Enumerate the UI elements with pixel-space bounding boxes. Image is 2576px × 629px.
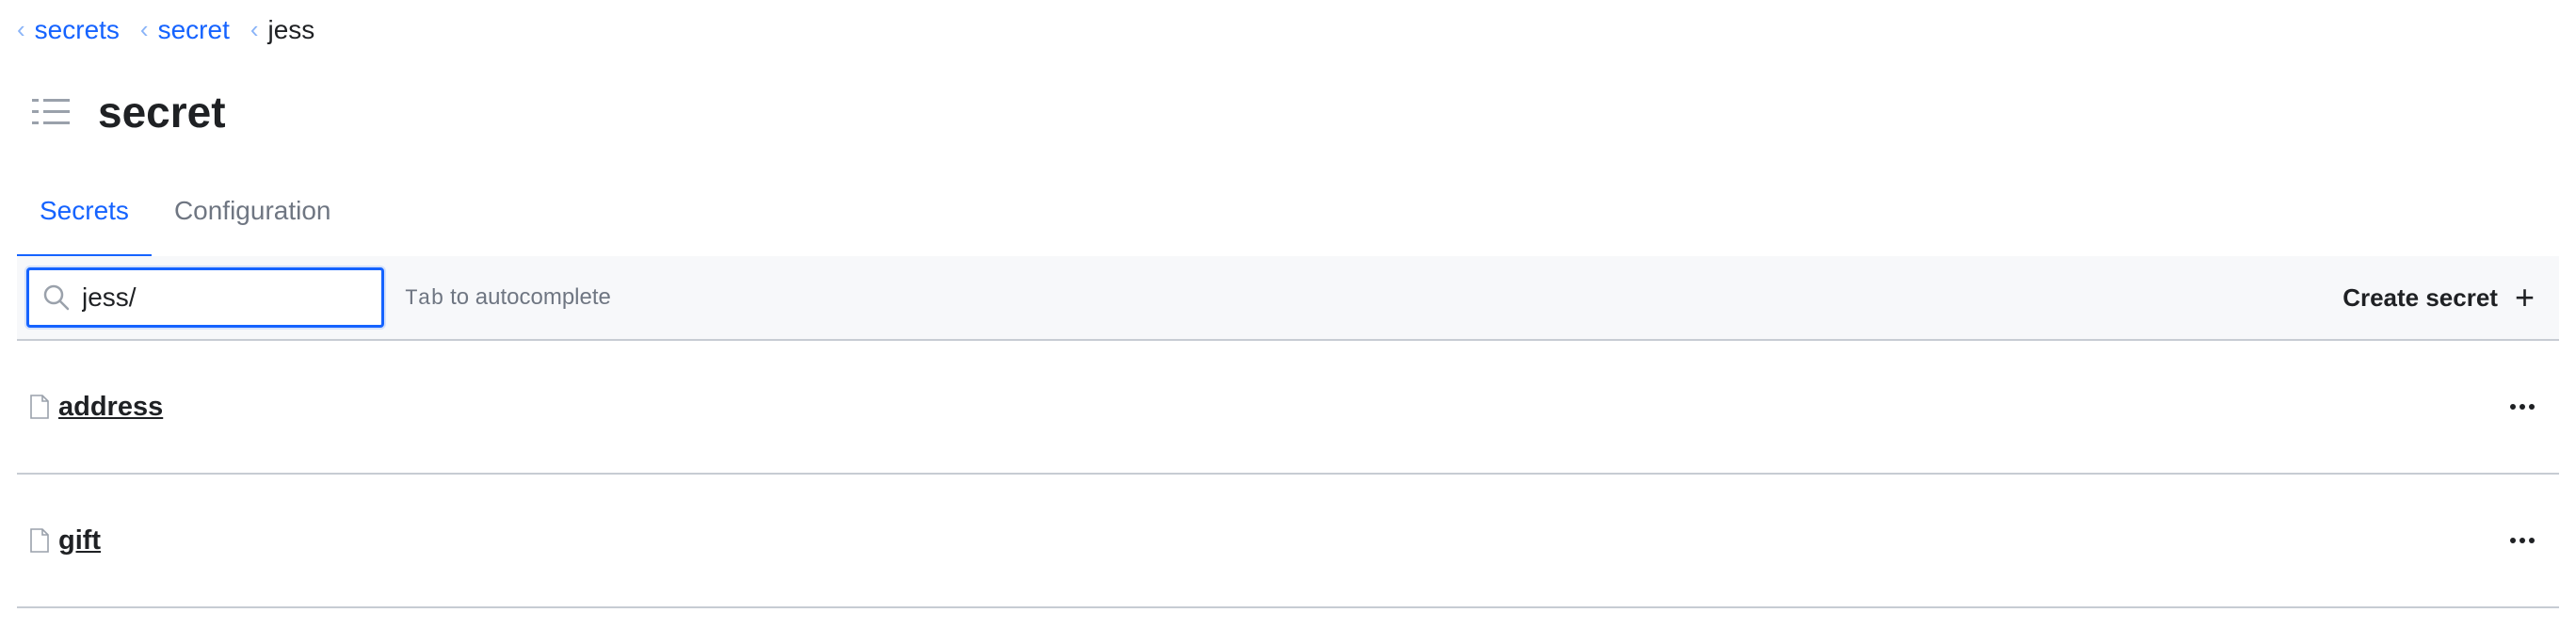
chevron-left-icon: ‹ xyxy=(17,14,25,43)
tab-configuration[interactable]: Configuration xyxy=(152,181,354,256)
list-item[interactable]: address xyxy=(17,341,2559,475)
breadcrumb-item-current: ‹ jess xyxy=(250,15,314,45)
hint-text: to autocomplete xyxy=(443,284,611,310)
file-icon xyxy=(30,395,49,419)
tab-secrets[interactable]: Secrets xyxy=(17,181,152,258)
search-icon xyxy=(43,284,70,311)
secret-list: address gift xyxy=(17,341,2559,608)
page-title: secret xyxy=(98,88,226,137)
breadcrumb-link-secret[interactable]: secret xyxy=(158,15,230,45)
toolbar: Tab to autocomplete Create secret + xyxy=(17,256,2559,341)
secret-link-gift[interactable]: gift xyxy=(58,525,101,556)
create-secret-label: Create secret xyxy=(2343,282,2498,312)
secret-link-address[interactable]: address xyxy=(58,392,163,423)
breadcrumb-current: jess xyxy=(267,15,315,44)
more-options-icon[interactable] xyxy=(2503,396,2542,417)
page-header: secret xyxy=(32,87,226,137)
search-box[interactable] xyxy=(26,267,384,328)
breadcrumb-item-secrets[interactable]: ‹ secrets xyxy=(17,15,120,45)
more-options-icon[interactable] xyxy=(2503,530,2542,551)
autocomplete-hint: Tab to autocomplete xyxy=(405,284,611,311)
hint-key: Tab xyxy=(405,286,444,311)
chevron-left-icon: ‹ xyxy=(250,14,259,43)
list-item[interactable]: gift xyxy=(17,475,2559,608)
plus-icon: + xyxy=(2514,278,2535,316)
list-icon xyxy=(32,99,70,124)
search-input[interactable] xyxy=(82,282,355,313)
breadcrumb-item-secret[interactable]: ‹ secret xyxy=(140,15,230,45)
chevron-left-icon: ‹ xyxy=(139,14,149,43)
create-secret-button[interactable]: Create secret + xyxy=(2343,281,2535,314)
breadcrumb: ‹ secrets ‹ secret ‹ jess xyxy=(17,13,314,47)
breadcrumb-link-secrets[interactable]: secrets xyxy=(35,15,120,45)
file-icon xyxy=(30,528,49,553)
tab-bar: Secrets Configuration xyxy=(17,181,2559,258)
